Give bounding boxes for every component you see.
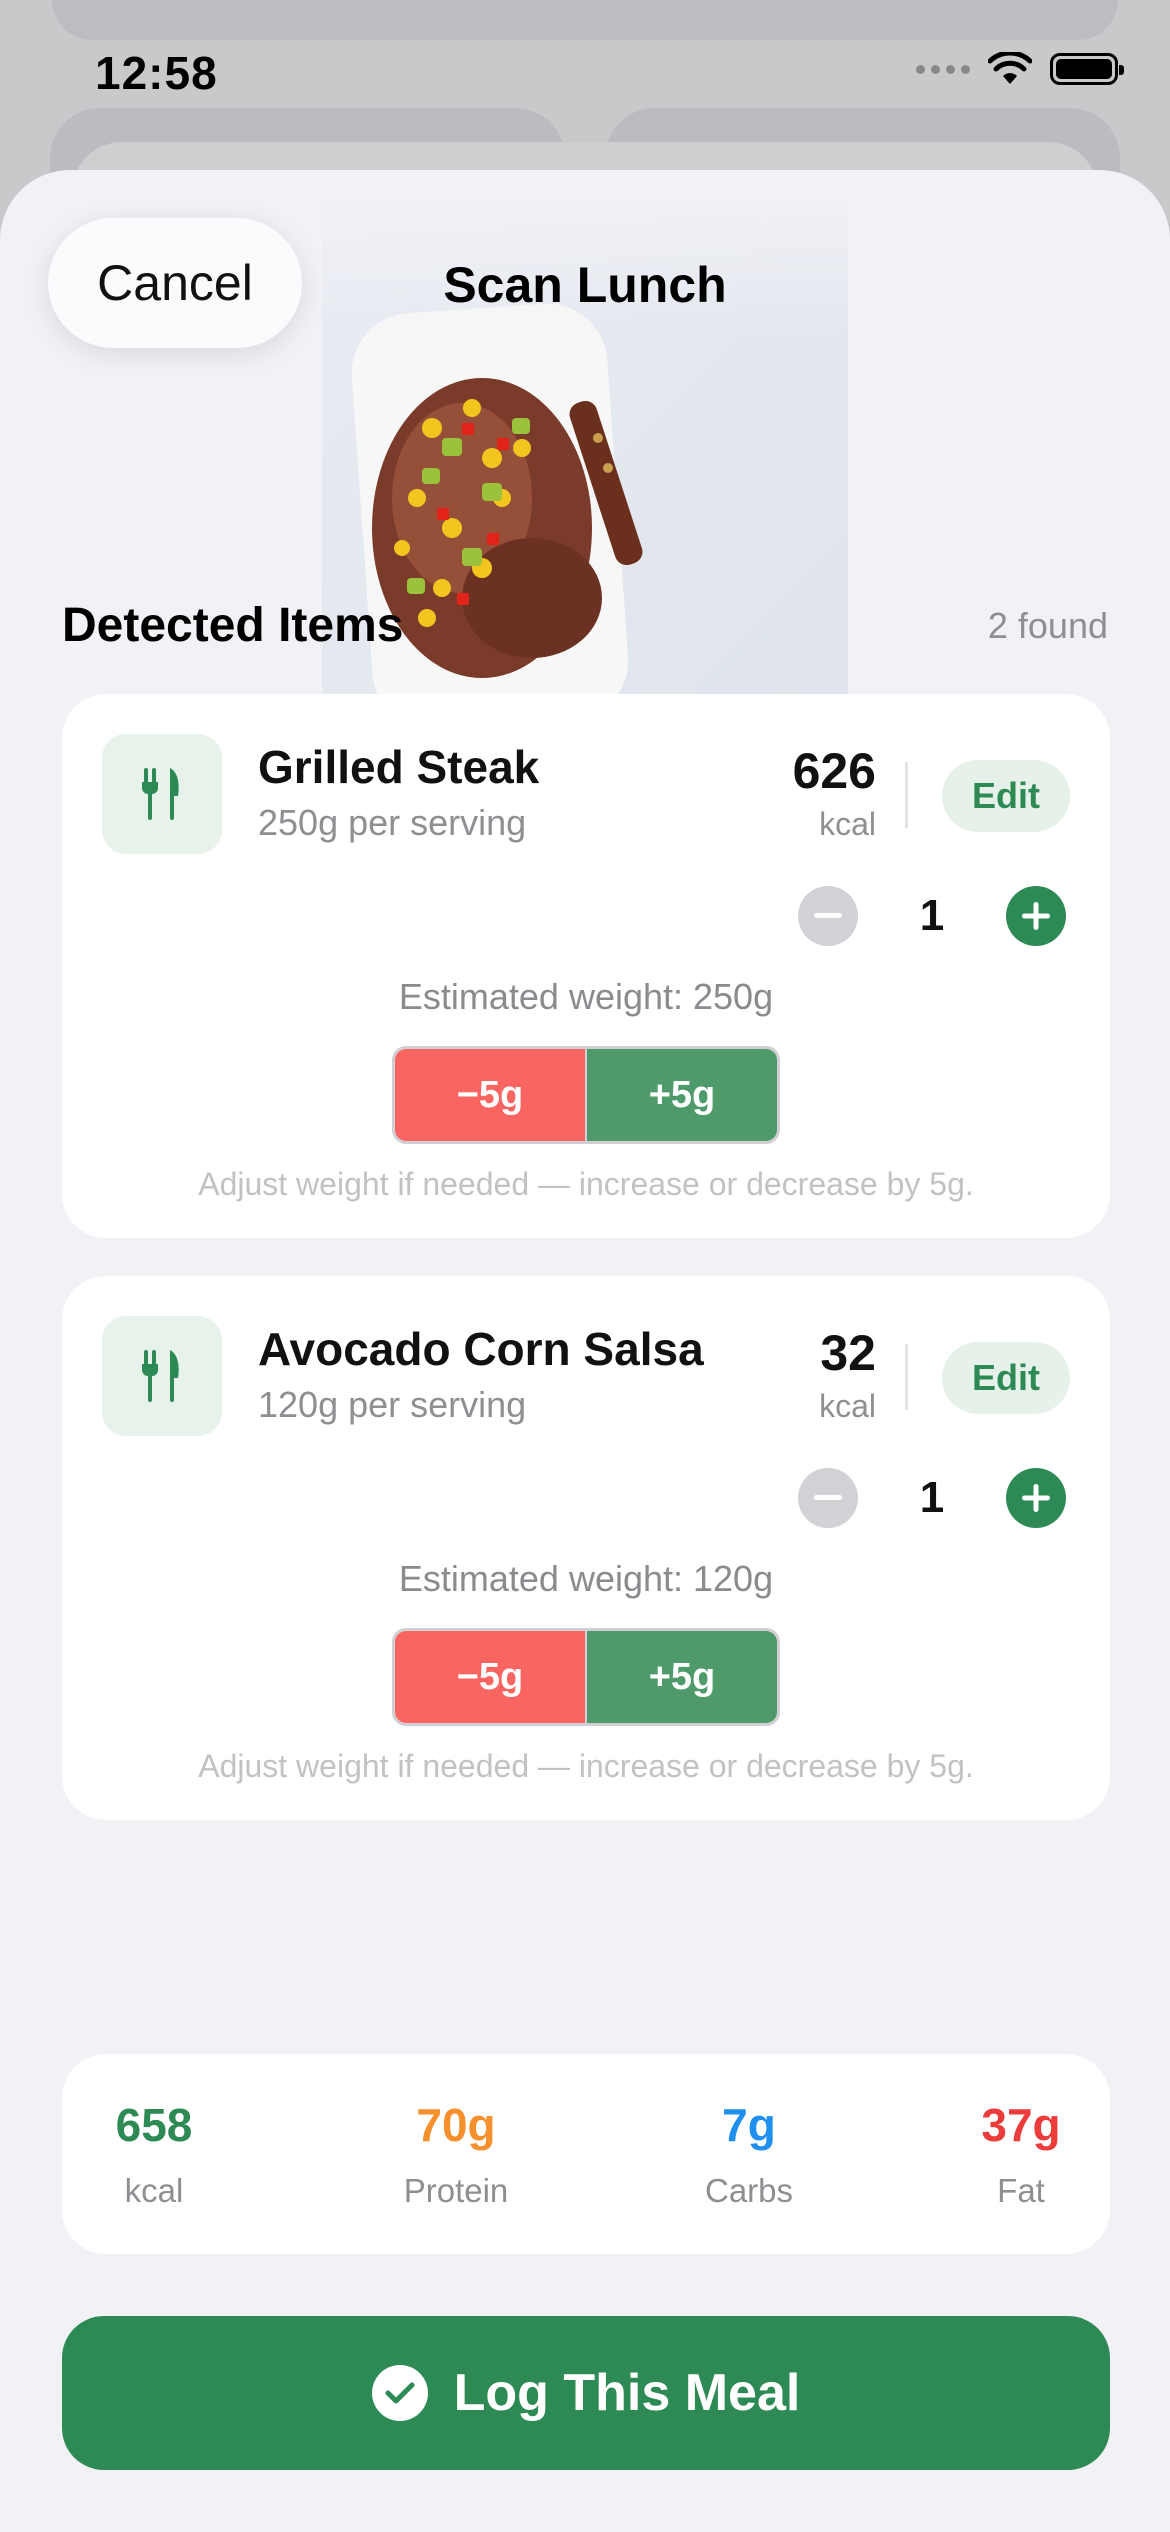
kcal-block: 626 kcal xyxy=(793,746,876,843)
total-fat-label: Fat xyxy=(997,2172,1045,2209)
signal-icon xyxy=(916,64,970,74)
total-fat: 37g Fat xyxy=(966,2102,1076,2210)
decrease-quantity-button[interactable] xyxy=(798,886,858,946)
estimated-weight: Estimated weight: 250g xyxy=(398,976,774,1017)
status-time: 12:58 xyxy=(95,47,218,99)
food-item-card: Grilled Steak 250g per serving 626 kcal … xyxy=(62,694,1110,1238)
items-count: 2 found xyxy=(987,604,1108,646)
total-protein-value: 70g xyxy=(416,2099,496,2151)
kcal-value: 32 xyxy=(820,1325,876,1381)
total-carbs-label: Carbs xyxy=(704,2172,794,2209)
increase-weight-button[interactable]: +5g xyxy=(585,1631,777,1723)
minus-icon xyxy=(814,913,842,918)
total-carbs: 7g Carbs xyxy=(684,2102,814,2210)
estimated-weight: Estimated weight: 120g xyxy=(398,1558,774,1599)
wifi-icon xyxy=(988,52,1032,84)
total-kcal: 658 kcal xyxy=(92,2102,216,2210)
quantity-stepper: 1 xyxy=(798,886,1066,946)
log-meal-label: Log This Meal xyxy=(453,2364,801,2422)
status-bar: 12:58 xyxy=(0,0,1170,150)
kcal-unit: kcal xyxy=(819,806,876,842)
weight-adjuster: −5g +5g xyxy=(392,1628,780,1726)
decrease-weight-button[interactable]: −5g xyxy=(395,1631,585,1723)
adjust-hint: Adjust weight if needed — increase or de… xyxy=(198,1748,974,1784)
status-icons xyxy=(916,52,1124,86)
increase-quantity-button[interactable] xyxy=(1006,886,1066,946)
decrease-weight-button[interactable]: −5g xyxy=(395,1049,585,1141)
food-name: Avocado Corn Salsa xyxy=(258,1323,704,1375)
log-meal-button[interactable]: Log This Meal xyxy=(62,2316,1110,2470)
decrease-quantity-button[interactable] xyxy=(798,1468,858,1528)
edit-button[interactable]: Edit xyxy=(942,1342,1070,1414)
quantity-stepper: 1 xyxy=(798,1468,1066,1528)
weight-adjuster: −5g +5g xyxy=(392,1046,780,1144)
plus-icon xyxy=(1022,902,1050,930)
quantity-value: 1 xyxy=(919,1473,945,1522)
total-fat-value: 37g xyxy=(981,2099,1061,2151)
total-carbs-value: 7g xyxy=(722,2099,776,2151)
food-serving: 250g per serving xyxy=(258,802,527,843)
kcal-block: 32 kcal xyxy=(819,1328,876,1425)
increase-weight-button[interactable]: +5g xyxy=(585,1049,777,1141)
divider xyxy=(905,762,908,828)
total-kcal-value: 658 xyxy=(115,2099,193,2151)
nutrition-totals: 658 kcal 70g Protein 7g Carbs 37g Fat xyxy=(62,2054,1110,2254)
divider xyxy=(905,1344,908,1410)
minus-icon xyxy=(814,1495,842,1500)
food-name: Grilled Steak xyxy=(258,741,540,793)
section-title: Detected Items xyxy=(62,599,404,652)
fork-knife-icon xyxy=(102,1316,222,1436)
battery-icon xyxy=(1050,53,1124,85)
total-kcal-label: kcal xyxy=(124,2172,184,2209)
plus-icon xyxy=(1022,1484,1050,1512)
food-serving: 120g per serving xyxy=(258,1384,527,1425)
detected-items-header: Detected Items 2 found xyxy=(62,598,1108,653)
kcal-value: 626 xyxy=(792,743,876,799)
quantity-value: 1 xyxy=(919,891,945,940)
total-protein-label: Protein xyxy=(403,2172,509,2209)
adjust-hint: Adjust weight if needed — increase or de… xyxy=(198,1166,974,1202)
edit-button[interactable]: Edit xyxy=(942,760,1070,832)
total-protein: 70g Protein xyxy=(366,2102,546,2210)
checkmark-circle-icon xyxy=(371,2365,428,2421)
fork-knife-icon xyxy=(102,734,222,854)
sheet-title: Scan Lunch xyxy=(443,257,727,313)
food-item-card: Avocado Corn Salsa 120g per serving 32 k… xyxy=(62,1276,1110,1820)
kcal-unit: kcal xyxy=(819,1388,876,1424)
increase-quantity-button[interactable] xyxy=(1006,1468,1066,1528)
